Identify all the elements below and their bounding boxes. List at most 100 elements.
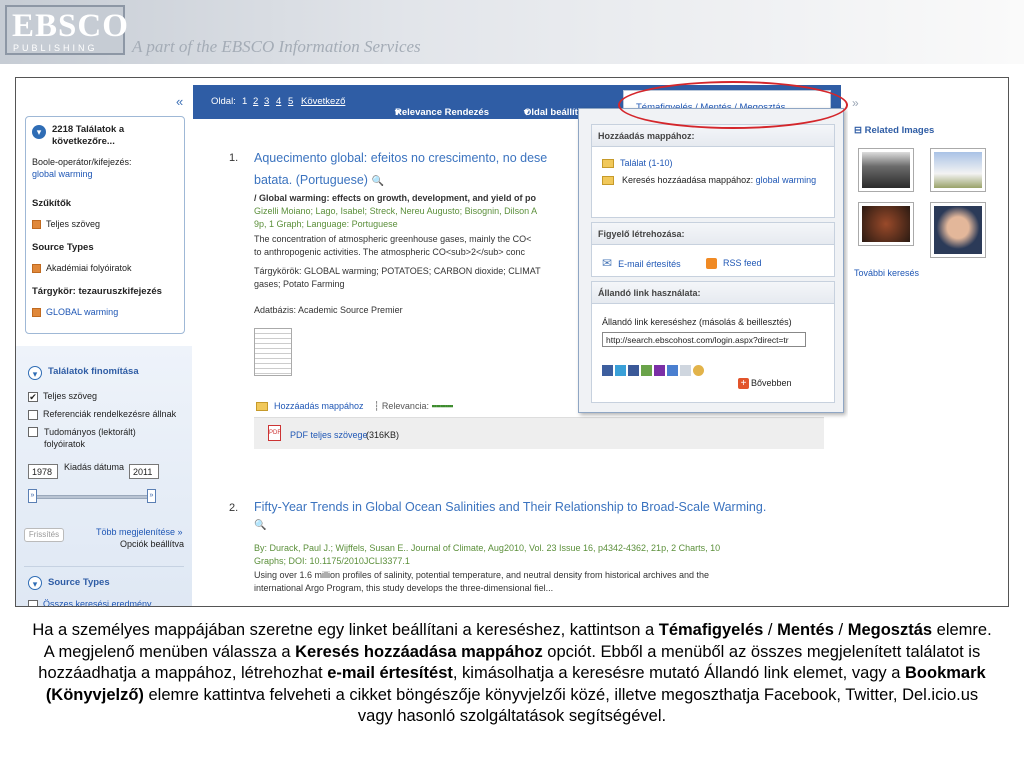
chevron-down-icon: ▾	[524, 107, 529, 118]
relevance-indicator: ┆ Relevancia: ▪▪▪▪▪▪▪▪▪▪	[374, 401, 454, 411]
result-subjects-2: gases; Potato Farming	[254, 279, 345, 289]
email-share-icon[interactable]	[680, 365, 691, 376]
next-page-link[interactable]: Következő	[301, 96, 345, 107]
refine-title: Találatok finomítása	[48, 366, 139, 377]
more-search-link[interactable]: További keresés	[854, 267, 919, 279]
page-5[interactable]: 5	[288, 96, 293, 107]
slider-handle-right[interactable]: »	[147, 489, 156, 503]
digg-icon[interactable]	[667, 365, 678, 376]
page-2[interactable]: 2	[253, 96, 258, 107]
result-title-text: batata. (Portuguese)	[254, 173, 368, 187]
collapse-circle-icon[interactable]: ▾	[32, 125, 46, 139]
options-link[interactable]: Opciók beállítva	[120, 538, 184, 550]
related-image[interactable]	[858, 202, 914, 246]
refine-check-fulltext[interactable]: ✔ Teljes szöveg	[28, 390, 97, 402]
yahoo-icon[interactable]	[654, 365, 665, 376]
remove-icon[interactable]	[32, 308, 41, 318]
add-search-item[interactable]: Keresés hozzáadása mappához: global warm…	[602, 174, 822, 186]
checkbox[interactable]	[28, 427, 38, 437]
caption-text: , kimásolhatja a keresésre mutató Álland…	[452, 664, 906, 682]
result-title-line1[interactable]: Aquecimento global: efeitos no crescimen…	[254, 148, 547, 168]
expand-right-button[interactable]: »	[852, 96, 859, 110]
result-abstract-1: Using over 1.6 million profiles of salin…	[254, 570, 710, 580]
result-number: 1.	[229, 152, 239, 164]
date-label: Kiadás dátuma	[64, 462, 125, 472]
checkbox-checked[interactable]: ✔	[28, 391, 38, 402]
pdf-size: (316KB)	[366, 430, 400, 440]
date-to-input[interactable]: 2011	[129, 464, 159, 479]
email-alert-item[interactable]: ✉ E-mail értesítés	[602, 257, 681, 270]
result-authors: Gizelli Moiano; Lago, Isabel; Streck, Ne…	[254, 206, 538, 216]
collapse-minus-icon: ⊟	[854, 125, 862, 136]
caption-text: /	[763, 621, 778, 639]
page-label: Oldal:	[211, 96, 236, 107]
subject-item[interactable]: GLOBAL warming	[32, 306, 118, 318]
related-image[interactable]	[858, 148, 914, 192]
delicious-icon[interactable]	[602, 365, 613, 376]
fulltext-strip: PDF PDF teljes szövege (316KB)	[254, 417, 824, 449]
all-results-label: Összes keresési eredmény	[43, 599, 152, 607]
refine-check-references[interactable]: Referenciák rendelkezésre állnak	[28, 408, 176, 420]
caption-bold: Keresés hozzáadása mappához	[295, 642, 543, 661]
results-count-title: 2218 Találatok a következőre...	[52, 124, 125, 147]
rss-icon	[706, 258, 717, 270]
update-button[interactable]: Frissítés	[24, 528, 64, 542]
result-title[interactable]: Fifty-Year Trends in Global Ocean Salini…	[254, 497, 824, 517]
page-1[interactable]: 1	[242, 96, 247, 107]
remove-icon[interactable]	[32, 264, 41, 274]
slider-handle-left[interactable]: »	[28, 489, 37, 503]
result-meta: 9p, 1 Graph; Language: Portuguese	[254, 219, 398, 229]
result-number: 2.	[229, 502, 239, 514]
more-link[interactable]: Több megjelenítése »	[96, 526, 183, 538]
sort-label: Relevance Rendezés	[395, 107, 489, 118]
header-tagline: A part of the EBSCO Information Services	[132, 37, 421, 56]
date-from-input[interactable]: 1978	[28, 464, 58, 479]
preview-magnifier-icon[interactable]: 🔍	[371, 176, 383, 187]
rss-label: RSS feed	[723, 258, 762, 268]
query-link[interactable]: global warming	[32, 168, 93, 180]
preview-magnifier-icon[interactable]: 🔍	[254, 520, 266, 531]
caption-text: elemre kattintva felveheti a cikket böng…	[143, 685, 979, 726]
right-sidebar: » ⊟ Related Images További keresés	[848, 78, 1008, 606]
permalink-description: Állandó link kereséshez (másolás & beill…	[602, 317, 792, 327]
result-abstract-2: international Argo Program, this study d…	[254, 583, 554, 593]
more-share-label: Bővebben	[751, 378, 792, 388]
logo-sub-text: PUBLISHING	[13, 43, 98, 53]
related-image[interactable]	[930, 202, 986, 258]
add-results-item[interactable]: Találat (1-10)	[602, 157, 673, 169]
narrow-item[interactable]: Teljes szöveg	[32, 218, 100, 230]
checkbox[interactable]	[28, 409, 38, 420]
all-results-item[interactable]: Összes keresési eredmény	[28, 598, 152, 607]
add-to-folder-link[interactable]: Hozzáadás mappához	[256, 400, 364, 413]
chevron-down-icon: ▾	[395, 107, 400, 118]
page-4[interactable]: 4	[276, 96, 281, 107]
refine-check-peer[interactable]: Tudományos (lektorált) folyóiratok	[28, 426, 178, 450]
page-3[interactable]: 3	[264, 96, 269, 107]
alert-section: Figyelő létrehozása: ✉ E-mail értesítés R…	[591, 222, 835, 277]
narrow-label: Szűkítők	[32, 198, 72, 209]
source-item[interactable]: Akadémiai folyóiratok	[32, 262, 132, 274]
stumble-icon[interactable]	[693, 365, 704, 376]
remove-icon[interactable]	[32, 220, 41, 230]
related-image[interactable]	[930, 148, 986, 192]
subject-label: Tárgykör: tezauruszkifejezés	[32, 286, 162, 297]
pdf-icon: PDF	[268, 425, 281, 441]
email-alert-label: E-mail értesítés	[618, 259, 681, 269]
collapse-left-button[interactable]: «	[176, 94, 183, 109]
caption-text: /	[833, 621, 848, 639]
document-thumbnail[interactable]	[254, 328, 292, 376]
source-types-toggle-icon[interactable]: ▾	[28, 576, 42, 590]
rss-item[interactable]: RSS feed	[706, 257, 762, 270]
checkbox[interactable]	[28, 599, 38, 606]
permalink-input[interactable]: http://search.ebscohost.com/login.aspx?d…	[602, 332, 806, 347]
result-title-line2[interactable]: batata. (Portuguese) 🔍	[254, 170, 384, 192]
date-slider-track[interactable]	[32, 495, 152, 499]
refine-toggle-icon[interactable]: ▾	[28, 366, 42, 380]
related-images-header[interactable]: ⊟ Related Images	[854, 125, 934, 136]
more-share-button[interactable]: + Bővebben	[738, 378, 792, 390]
facebook-icon[interactable]	[628, 365, 639, 376]
twitter-icon[interactable]	[615, 365, 626, 376]
result-database: Adatbázis: Academic Source Premier	[254, 305, 403, 315]
pdf-link[interactable]: PDF teljes szövege	[290, 429, 368, 441]
google-icon[interactable]	[641, 365, 652, 376]
